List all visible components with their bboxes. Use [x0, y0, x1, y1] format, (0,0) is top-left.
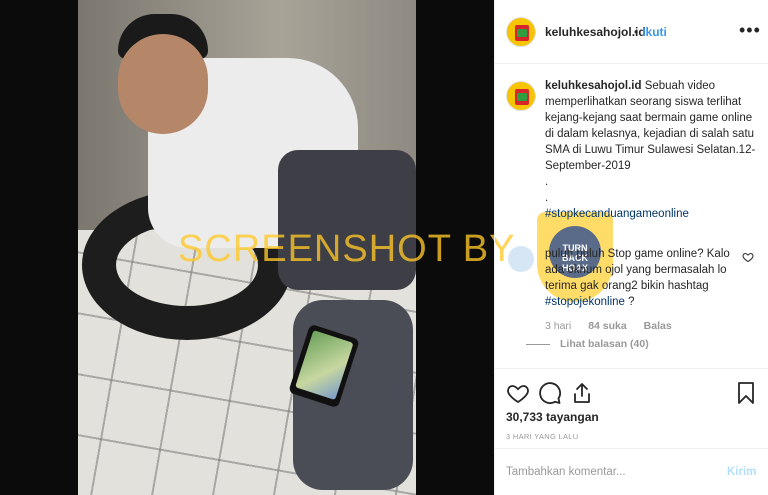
caption-avatar[interactable]: [506, 81, 536, 111]
comment-body: puluh puluh Stop game online? Kalo ada o…: [545, 248, 730, 292]
post-comment-button[interactable]: Kirim: [727, 466, 756, 478]
caption-username[interactable]: keluhkesahojol.id: [545, 80, 642, 92]
view-count[interactable]: 30,733 tayangan: [506, 410, 599, 424]
caption-text: keluhkesahojol.id Sebuah video memperlih…: [545, 78, 760, 222]
comment-input[interactable]: [506, 463, 706, 481]
comment-icon[interactable]: [538, 381, 562, 405]
post-sidebar: keluhkesahojol.id • Ikuti ••• keluhkesaho…: [494, 0, 768, 495]
profile-avatar[interactable]: [506, 17, 536, 47]
heart-icon[interactable]: [506, 381, 530, 405]
comment-like-icon[interactable]: [742, 251, 754, 263]
post-actions: 30,733 tayangan 3 HARI YANG LALU: [495, 368, 768, 441]
share-icon[interactable]: [570, 381, 594, 405]
post-header: keluhkesahojol.id • Ikuti •••: [495, 0, 768, 64]
student-head: [118, 34, 208, 134]
caption-body: Sebuah video memperlihatkan seorang sisw…: [545, 80, 756, 204]
comment-likes[interactable]: 84 suka: [588, 320, 627, 332]
follow-button[interactable]: • Ikuti: [634, 25, 667, 39]
bookmark-icon[interactable]: [734, 381, 758, 405]
view-replies-button[interactable]: Lihat balasan (40): [559, 338, 649, 350]
follow-label: Ikuti: [642, 25, 667, 39]
more-icon[interactable]: •••: [739, 20, 761, 41]
comment-suffix: ?: [624, 296, 635, 308]
comment-text: puluh puluh Stop game online? Kalo ada o…: [545, 246, 735, 310]
screenshot-watermark: SCREENSHOT BY: [178, 228, 516, 270]
caption-hashtag[interactable]: #stopkecanduangameonline: [545, 208, 689, 220]
comment-hashtag[interactable]: #stopojekonline: [545, 296, 625, 308]
reply-button[interactable]: Balas: [644, 320, 672, 332]
post-timestamp: 3 HARI YANG LALU: [506, 432, 579, 441]
comment-meta: 3 hari 84 suka Balas: [545, 320, 686, 332]
comment-time: 3 hari: [545, 320, 572, 332]
commenter-avatar[interactable]: [508, 246, 534, 272]
comment-composer: Kirim: [495, 448, 768, 495]
post-username[interactable]: keluhkesahojol.id: [545, 25, 646, 39]
